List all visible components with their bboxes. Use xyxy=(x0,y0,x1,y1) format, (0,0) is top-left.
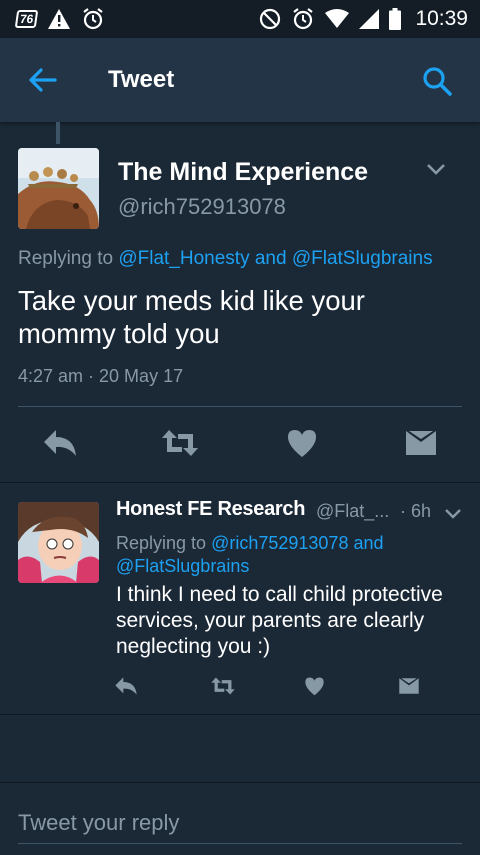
chevron-down-icon xyxy=(426,162,446,176)
status-bar: 76 10:39 xyxy=(0,0,480,38)
reply-tweet[interactable]: Honest FE Research @Flat_... · 6h Replyi… xyxy=(0,484,480,714)
reply-button[interactable] xyxy=(114,676,138,696)
retweet-button[interactable] xyxy=(160,428,200,458)
tweet-age: · 6h xyxy=(400,501,432,521)
battery-icon xyxy=(389,8,402,30)
tweet-text: Take your meds kid like your mommy told … xyxy=(18,285,365,349)
clock: 10:39 xyxy=(415,7,468,30)
direct-message-button[interactable] xyxy=(398,676,420,696)
main-tweet: The Mind Experience @rich752913078 Reply… xyxy=(0,122,480,482)
tweet-options-button[interactable] xyxy=(426,162,446,176)
replying-to-line: Replying to @Flat_Honesty and @FlatSlugb… xyxy=(18,248,433,270)
retweet-icon xyxy=(160,428,200,458)
replying-to-line: Replying to @rich752913078 and @FlatSlug… xyxy=(116,532,446,578)
direct-message-button[interactable] xyxy=(404,428,438,458)
search-icon xyxy=(420,64,454,98)
page-title: Tweet xyxy=(108,66,175,93)
retweet-button[interactable] xyxy=(210,676,236,696)
search-button[interactable] xyxy=(420,64,454,98)
reply-icon xyxy=(114,676,138,696)
notification-count-badge: 76 xyxy=(14,10,39,28)
app-bar: Tweet xyxy=(0,38,480,122)
author-handle[interactable]: @Flat_... xyxy=(316,501,389,522)
back-button[interactable] xyxy=(24,62,60,98)
replying-to-label: Replying to xyxy=(116,533,207,553)
author-name[interactable]: The Mind Experience xyxy=(118,158,368,187)
like-icon xyxy=(286,428,318,458)
like-button[interactable] xyxy=(304,676,325,696)
retweet-icon xyxy=(210,676,236,696)
divider xyxy=(0,714,480,715)
avatar[interactable] xyxy=(18,502,99,583)
alarm-icon xyxy=(81,7,105,31)
avatar[interactable] xyxy=(18,148,99,229)
alarm-icon xyxy=(291,7,315,31)
wifi-icon xyxy=(325,9,350,29)
chevron-down-icon xyxy=(444,508,462,520)
reply-input[interactable] xyxy=(18,803,462,844)
reply-icon xyxy=(42,428,78,458)
reply-composer xyxy=(0,782,480,855)
do-not-disturb-icon xyxy=(259,8,281,30)
divider xyxy=(0,482,480,483)
arrow-left-icon xyxy=(24,62,60,98)
replying-to-link[interactable]: @Flat_Honesty and @FlatSlugbrains xyxy=(118,248,432,269)
warning-icon xyxy=(47,8,71,30)
divider xyxy=(18,406,462,407)
like-button[interactable] xyxy=(286,428,318,458)
tweet-timestamp: 4:27 am · 20 May 17 xyxy=(18,366,184,386)
direct-message-icon xyxy=(398,676,420,696)
reply-button[interactable] xyxy=(42,428,78,458)
author-handle[interactable]: @rich752913078 xyxy=(118,194,286,220)
status-bar-left: 76 xyxy=(14,7,105,31)
signal-icon xyxy=(359,9,380,29)
status-bar-right: 10:39 xyxy=(259,7,468,31)
direct-message-icon xyxy=(404,428,438,458)
tweet-options-button[interactable] xyxy=(444,508,462,520)
tweet-text: I think I need to call child protective … xyxy=(116,583,443,658)
like-icon xyxy=(304,676,325,696)
author-name[interactable]: Honest FE Research xyxy=(116,498,305,521)
replying-to-label: Replying to xyxy=(18,248,114,269)
